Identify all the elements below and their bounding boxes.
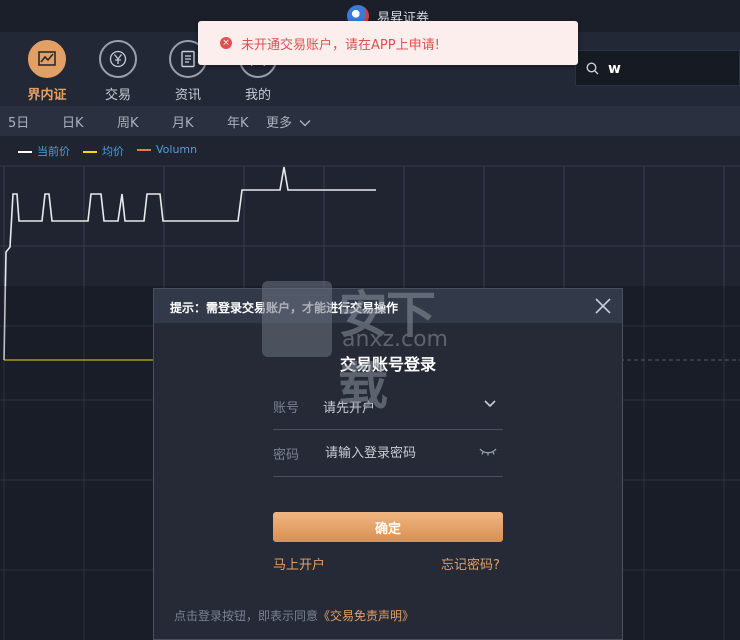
nav-label: 我的	[244, 88, 271, 103]
search-icon	[586, 62, 599, 75]
legend-label: 均价	[102, 145, 124, 158]
watermark: 安下载 anxz.com	[262, 275, 477, 416]
confirm-button[interactable]: 确定	[273, 512, 503, 542]
legend-item-volume: Volumn	[137, 143, 197, 156]
chart-legend: 当前价 均价 Volumn	[0, 138, 740, 162]
error-icon: ×	[220, 37, 232, 49]
legend-item-current-price: 当前价	[18, 143, 70, 159]
open-account-link[interactable]: 马上开户	[273, 554, 325, 573]
watermark-domain: anxz.com	[342, 327, 448, 352]
legend-label: Volumn	[156, 143, 198, 156]
forgot-password-link[interactable]: 忘记密码?	[441, 554, 500, 573]
error-toast: × 未开通交易账户，请在APP上申请!	[198, 21, 578, 65]
nav-item-trade[interactable]: 交易	[88, 40, 148, 103]
disclaimer-text: 点击登录按钮，即表示同意	[174, 609, 319, 623]
chevron-down-icon	[299, 120, 311, 127]
period-more-dropdown[interactable]: 更多	[266, 112, 311, 131]
password-input[interactable]	[323, 440, 477, 466]
nav-label: 界内证	[27, 88, 67, 103]
search-box[interactable]	[575, 50, 740, 86]
period-monthly-k[interactable]: 月K	[172, 112, 194, 131]
nav-item-market[interactable]: 界内证	[17, 40, 77, 103]
disclaimer-note: 点击登录按钮，即表示同意《交易免责声明》	[174, 607, 414, 624]
period-5day[interactable]: 5日	[8, 112, 29, 131]
shield-icon	[262, 281, 332, 357]
legend-swatch	[18, 151, 32, 153]
eye-closed-icon[interactable]	[479, 446, 497, 456]
search-input[interactable]	[606, 57, 730, 81]
password-field[interactable]: 密码	[273, 436, 503, 477]
legend-item-average-price: 均价	[83, 143, 124, 159]
period-more-label: 更多	[266, 116, 293, 131]
period-yearly-k[interactable]: 年K	[227, 112, 249, 131]
legend-swatch	[83, 151, 97, 153]
disclaimer-link[interactable]: 《交易免责声明》	[318, 609, 414, 623]
yen-icon	[99, 40, 137, 78]
password-label: 密码	[273, 448, 300, 463]
period-weekly-k[interactable]: 周K	[117, 112, 139, 131]
nav-label: 资讯	[174, 88, 201, 103]
chevron-down-icon[interactable]	[483, 399, 497, 409]
period-daily-k[interactable]: 日K	[62, 112, 84, 131]
nav-label: 交易	[104, 88, 131, 103]
legend-swatch	[137, 149, 151, 151]
account-label: 账号	[273, 401, 300, 416]
period-bar: 5日 日K 周K 月K 年K 更多	[0, 106, 740, 136]
close-icon[interactable]	[594, 297, 612, 315]
toast-message: 未开通交易账户，请在APP上申请!	[241, 38, 440, 53]
legend-label: 当前价	[37, 145, 70, 158]
chart-icon	[28, 40, 66, 78]
